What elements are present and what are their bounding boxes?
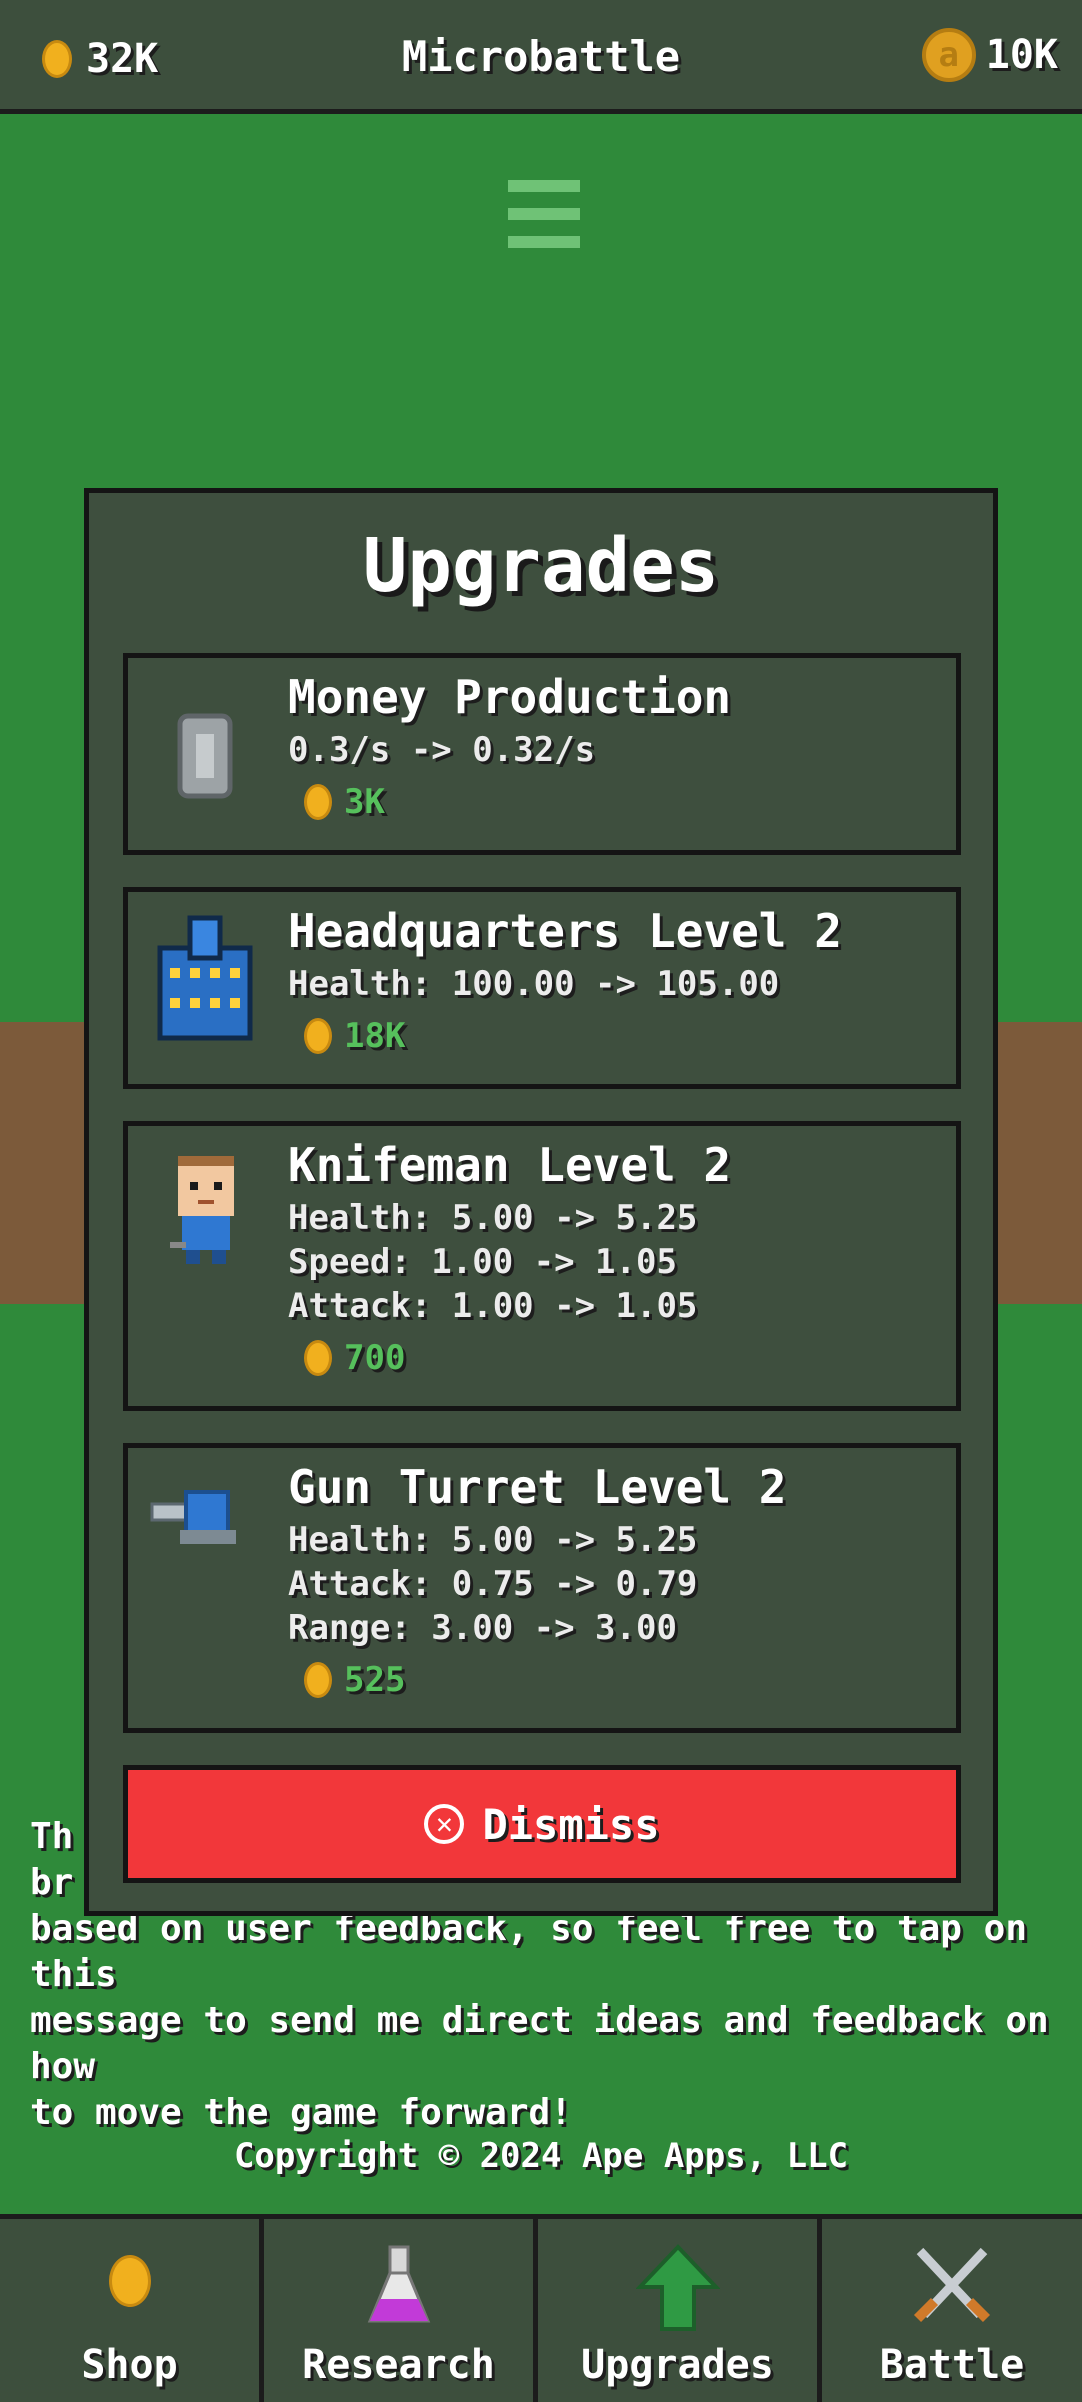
coin-icon [304,784,332,820]
nav-research[interactable]: Research [264,2219,538,2402]
dirt-path-left [0,1022,84,1304]
coin-icon [304,1018,332,1054]
nav-shop[interactable]: Shop [0,2219,264,2402]
nav-label: Shop [81,2342,178,2388]
nav-label: Upgrades [581,2342,774,2388]
upgrade-stat: 0.3/s -> 0.32/s [288,730,596,770]
upgrade-card-knifeman[interactable]: Knifeman Level 2 Health: 5.00 -> 5.25 Sp… [123,1121,961,1411]
upgrade-cost: 18K [304,1016,405,1056]
upgrade-stat-attack: Attack: 1.00 -> 1.05 [288,1286,698,1326]
dismiss-button[interactable]: ✕ Dismiss [123,1765,961,1883]
upgrade-card-gun-turret[interactable]: Gun Turret Level 2 Health: 5.00 -> 5.25 … [123,1443,961,1733]
top-bar: 32K Microbattle a 10K [0,0,1082,114]
upgrade-cost: 3K [304,782,385,822]
cost-value: 700 [344,1338,406,1378]
upgrade-stat-range: Range: 3.00 -> 3.00 [288,1608,677,1648]
upgrade-name: Money Production [288,670,732,724]
close-icon: ✕ [424,1804,465,1844]
dialog-title: Upgrades [362,523,720,609]
upgrade-stat-health: Health: 5.00 -> 5.25 [288,1520,698,1560]
gun-turret-icon [150,1490,236,1544]
cost-value: 3K [344,782,385,822]
upgrade-stat-speed: Speed: 1.00 -> 1.05 [288,1242,677,1282]
upgrade-cost: 700 [304,1338,405,1378]
coin-icon [304,1340,332,1376]
upgrade-name: Knifeman Level 2 [288,1138,732,1192]
crossed-swords-icon [913,2247,991,2323]
up-arrow-icon [635,2244,720,2331]
coin-icon [304,1662,332,1698]
hamburger-menu-icon[interactable] [508,180,580,250]
ape-coin-count: 10K [985,32,1058,78]
game-title: Microbattle [401,32,681,81]
upgrade-card-money-production[interactable]: Money Production 0.3/s -> 0.32/s 3K [123,653,961,855]
knifeman-icon [170,1156,234,1264]
upgrade-name: Gun Turret Level 2 [288,1460,787,1514]
bottom-nav: Shop Research Upgrades Battle [0,2214,1082,2402]
ape-coin-balance: a 10K [921,28,1058,82]
cost-value: 525 [344,1660,406,1700]
nav-label: Battle [879,2342,1025,2388]
potion-icon [367,2245,430,2323]
nav-battle[interactable]: Battle [822,2219,1082,2402]
nav-label: Research [302,2342,495,2388]
coin-icon [108,2255,151,2307]
copyright-text: Copyright © 2024 Ape Apps, LLC [233,2136,849,2176]
headquarters-icon [157,915,253,1041]
cost-value: 18K [344,1016,406,1056]
upgrade-cost: 525 [304,1660,405,1700]
dismiss-label: Dismiss [482,1799,660,1849]
upgrade-stat-health: Health: 5.00 -> 5.25 [288,1198,698,1238]
upgrades-dialog: Upgrades Money Production 0.3/s -> 0.32/… [84,488,998,1916]
ape-coin-icon: a [921,28,976,82]
dirt-path-right [998,1022,1082,1304]
nav-upgrades[interactable]: Upgrades [538,2219,822,2402]
upgrade-card-headquarters[interactable]: Headquarters Level 2 Health: 100.00 -> 1… [123,887,961,1089]
upgrade-name: Headquarters Level 2 [288,904,842,958]
upgrade-stat: Health: 100.00 -> 105.00 [288,964,780,1004]
silver-coin-icon [177,713,233,799]
upgrade-stat-attack: Attack: 0.75 -> 0.79 [288,1564,698,1604]
